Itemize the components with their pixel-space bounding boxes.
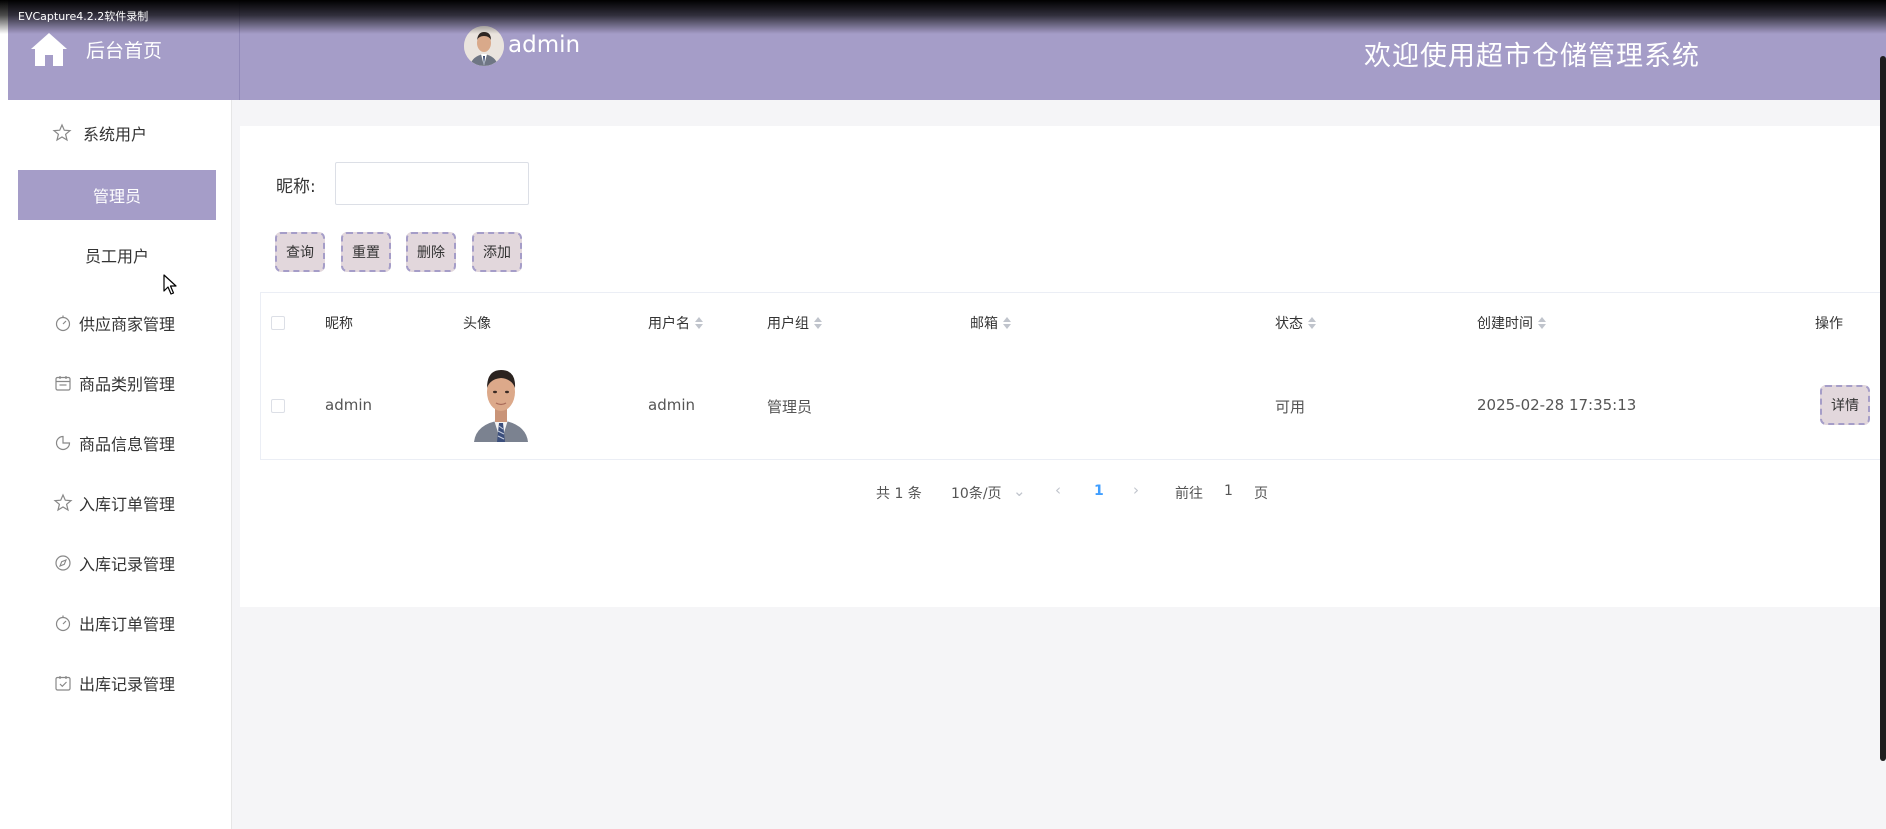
sidebar-item-inbound-orders[interactable]: 入库订单管理 <box>8 488 232 518</box>
check-calendar-icon <box>55 676 71 691</box>
avatar-image <box>464 26 504 66</box>
goto-page-input[interactable]: 1 <box>1224 483 1233 499</box>
home-label: 后台首页 <box>86 39 163 62</box>
star-icon <box>52 123 72 142</box>
welcome-title: 欢迎使用超市仓储管理系统 <box>1364 41 1700 72</box>
cell-nickname: admin <box>325 396 372 414</box>
cell-username: admin <box>648 396 695 414</box>
add-button[interactable]: 添加 <box>472 232 522 272</box>
query-button[interactable]: 查询 <box>275 232 325 272</box>
user-avatar[interactable] <box>464 26 504 66</box>
window-edge <box>0 0 8 829</box>
recorder-label: EVCapture4.2.2软件录制 <box>18 10 149 23</box>
sidebar-group-system-users[interactable]: 系统用户 <box>8 118 232 148</box>
home-icon <box>31 33 67 66</box>
sort-icon[interactable] <box>695 317 703 329</box>
avatar-image <box>470 360 532 442</box>
sort-icon[interactable] <box>1308 317 1316 329</box>
column-header-action: 操作 <box>1815 313 1843 333</box>
sidebar-item-label: 商品信息管理 <box>79 435 176 454</box>
column-header-group[interactable]: 用户组 <box>767 313 822 333</box>
column-header-label: 用户组 <box>767 316 809 332</box>
sidebar-item-outbound-orders[interactable]: 出库订单管理 <box>8 608 232 638</box>
sidebar-item-label: 商品类别管理 <box>79 375 176 394</box>
sidebar-item-outbound-records[interactable]: 出库记录管理 <box>8 668 232 698</box>
sidebar-item-label: 员工用户 <box>84 247 149 266</box>
vertical-scrollbar[interactable] <box>1880 56 1886 761</box>
sidebar-item-label: 供应商家管理 <box>79 315 176 334</box>
prev-page-icon[interactable]: ‹ <box>1055 481 1061 499</box>
row-avatar <box>470 360 532 442</box>
column-header-nickname: 昵称 <box>325 313 353 333</box>
sidebar-item-suppliers[interactable]: 供应商家管理 <box>8 308 232 338</box>
column-header-label: 状态 <box>1275 316 1303 332</box>
cell-created: 2025-02-28 17:35:13 <box>1477 396 1637 414</box>
nickname-search-label: 昵称: <box>276 177 316 197</box>
header-admin-name: admin <box>508 32 581 58</box>
column-header-created[interactable]: 创建时间 <box>1477 313 1546 333</box>
sidebar-item-staff-users[interactable]: 员工用户 <box>18 230 216 280</box>
sidebar-item-inbound-records[interactable]: 入库记录管理 <box>8 548 232 578</box>
column-header-label: 头像 <box>463 316 491 332</box>
sidebar: 系统用户 管理员 员工用户 供应商家管理 商品类别管理 商品信息管理 入库订单管… <box>8 100 232 829</box>
sidebar-item-label: 出库订单管理 <box>79 615 176 634</box>
page-suffix-label: 页 <box>1254 486 1268 502</box>
sidebar-item-label: 入库记录管理 <box>79 555 176 574</box>
column-header-status[interactable]: 状态 <box>1275 313 1316 333</box>
header-divider <box>239 0 240 100</box>
column-header-label: 邮箱 <box>970 316 998 332</box>
delete-button[interactable]: 删除 <box>406 232 456 272</box>
column-header-label: 昵称 <box>325 316 353 332</box>
column-header-label: 创建时间 <box>1477 316 1533 332</box>
sidebar-group-label: 系统用户 <box>83 125 148 144</box>
mouse-cursor-icon <box>163 274 177 295</box>
sort-icon[interactable] <box>1003 317 1011 329</box>
sort-icon[interactable] <box>1538 317 1546 329</box>
compass-icon <box>55 555 71 571</box>
goto-label: 前往 <box>1175 486 1203 502</box>
page-size-select[interactable]: 10条/页 <box>951 483 1002 503</box>
column-header-email[interactable]: 邮箱 <box>970 313 1011 333</box>
sidebar-item-categories[interactable]: 商品类别管理 <box>8 368 232 398</box>
calendar-icon <box>55 376 71 391</box>
cell-status: 可用 <box>1275 398 1306 416</box>
detail-button[interactable]: 详情 <box>1820 385 1870 425</box>
sidebar-item-label: 入库订单管理 <box>79 495 176 514</box>
sidebar-item-products[interactable]: 商品信息管理 <box>8 428 232 458</box>
timer-icon <box>55 615 71 632</box>
sort-icon[interactable] <box>814 317 822 329</box>
home-link[interactable]: 后台首页 <box>28 28 162 70</box>
pagination-total: 共 1 条 <box>876 486 922 502</box>
reset-button[interactable]: 重置 <box>341 232 391 272</box>
next-page-icon[interactable]: › <box>1133 481 1139 499</box>
timer-icon <box>55 315 71 332</box>
select-all-checkbox[interactable] <box>271 316 285 330</box>
column-header-username[interactable]: 用户名 <box>648 313 703 333</box>
star-icon <box>53 493 73 512</box>
cell-group: 管理员 <box>767 398 813 416</box>
page-number-current[interactable]: 1 <box>1094 483 1104 499</box>
column-header-label: 操作 <box>1815 316 1843 332</box>
sidebar-item-label: 出库记录管理 <box>79 675 176 694</box>
sidebar-item-label: 管理员 <box>92 187 141 206</box>
column-header-avatar: 头像 <box>463 313 491 333</box>
sidebar-item-admin[interactable]: 管理员 <box>18 170 216 220</box>
top-header: 后台首页 admin 欢迎使用超市仓储管理系统 <box>8 0 1886 100</box>
column-header-label: 用户名 <box>648 316 690 332</box>
pie-icon <box>55 435 71 451</box>
chevron-down-icon[interactable]: ⌄ <box>1013 482 1026 500</box>
nickname-search-input[interactable] <box>335 162 529 205</box>
row-checkbox[interactable] <box>271 399 285 413</box>
